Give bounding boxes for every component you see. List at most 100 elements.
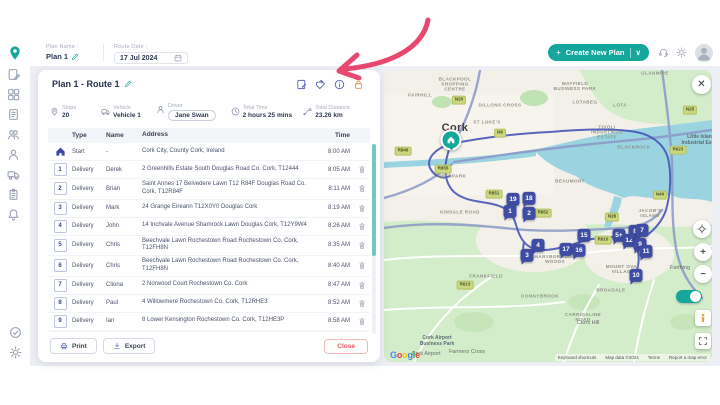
sidebar-item-route-edit[interactable]	[7, 68, 20, 81]
col-type: Type	[72, 132, 106, 139]
route-stats: Stops20VehicleVehicle 1DriverJane SwanTo…	[50, 98, 372, 126]
support-icon[interactable]	[658, 47, 669, 58]
trash-icon[interactable]	[358, 165, 366, 174]
trash-icon[interactable]	[358, 241, 366, 250]
sidebar-item-reports[interactable]	[7, 108, 20, 121]
cell-address: 2 Norwood Court Rochestown Co. Cork	[142, 281, 318, 289]
cell-type: Delivery	[72, 167, 106, 173]
sidebar	[0, 40, 30, 366]
note-icon[interactable]	[296, 79, 307, 90]
cell-address: Beechvale Lawn Rochestown Road Rochestow…	[142, 258, 318, 274]
edit-route-icon[interactable]	[124, 80, 132, 88]
zoom-out-button[interactable]: −	[694, 265, 712, 283]
cell-time: 8:19 AM	[318, 205, 350, 211]
sidebar-item-team[interactable]	[7, 128, 20, 141]
table-row[interactable]: 2DeliveryBrianSaint Annes 17 Belvedere L…	[48, 179, 370, 200]
table-row[interactable]: 8DeliveryPaul4 Willowmere Rochestown Co.…	[48, 295, 370, 313]
fullscreen-icon	[698, 336, 708, 346]
route-date-field[interactable]: 17 Jul 2024	[114, 52, 188, 64]
road-badge: R855	[435, 165, 452, 174]
trash-icon[interactable]	[358, 281, 366, 290]
stop-marker-4[interactable]: 4	[532, 239, 545, 252]
sidebar-item-customers[interactable]	[7, 148, 20, 161]
gear-icon[interactable]	[676, 47, 687, 58]
sidebar-item-activity[interactable]	[9, 326, 22, 339]
sidebar-item-dashboard[interactable]	[7, 88, 20, 101]
trash-icon[interactable]	[358, 222, 366, 231]
create-new-plan-button[interactable]: + Create New Plan ∨	[548, 44, 649, 61]
stat-label: Total Time	[243, 105, 293, 111]
trash-icon[interactable]	[358, 261, 366, 270]
stop-marker-1[interactable]: 1	[504, 205, 517, 218]
start-marker[interactable]	[441, 129, 462, 150]
stat-value: Vehicle 1	[113, 112, 141, 119]
stop-number-badge: 3	[54, 202, 67, 215]
zoom-in-button[interactable]: +	[694, 243, 712, 261]
stop-marker-15[interactable]: 15	[578, 229, 591, 242]
stop-marker-18[interactable]: 18	[523, 192, 536, 205]
stop-marker-2[interactable]: 2	[523, 207, 536, 220]
tag-icon[interactable]	[315, 79, 326, 90]
export-button[interactable]: Export	[103, 338, 156, 354]
locate-button[interactable]	[693, 220, 711, 238]
stop-number-badge: 4	[54, 220, 67, 233]
trash-icon[interactable]	[358, 299, 366, 308]
trash-icon[interactable]	[358, 184, 366, 193]
road-badge: R610	[595, 236, 612, 245]
chevron-down-icon[interactable]: ∨	[636, 48, 642, 57]
sidebar-item-vehicles[interactable]	[7, 168, 20, 181]
cell-address: 2 Greenhills Estate South Douglas Road C…	[142, 166, 318, 174]
table-row[interactable]: 6DeliveryChrisBeechvale Lawn Rochestown …	[48, 256, 370, 277]
route-date-value: 17 Jul 2024	[120, 55, 157, 62]
trash-icon[interactable]	[358, 317, 366, 326]
attribution-item[interactable]: Keyboard shortcuts	[558, 355, 597, 360]
sidebar-item-notifications[interactable]	[7, 208, 20, 221]
street-view-pegman[interactable]	[695, 310, 711, 326]
print-button[interactable]: Print	[50, 338, 97, 354]
table-row[interactable]: 3DeliveryMark24 Grange Eireann T12X0Y0 D…	[48, 200, 370, 218]
stop-marker-3[interactable]: 3	[521, 249, 534, 262]
cell-name: Derek	[106, 167, 142, 173]
stat-value[interactable]: Jane Swan	[168, 110, 216, 121]
stop-marker-11[interactable]: 11	[640, 245, 653, 258]
attribution-item[interactable]: Report a map error	[669, 355, 707, 360]
table-row[interactable]: Start-Cork City, County Cork, Ireland8:0…	[48, 143, 370, 161]
trash-icon[interactable]	[358, 204, 366, 213]
table-row[interactable]: 4DeliveryJohn14 Inchvale Avenue Shamrock…	[48, 218, 370, 236]
info-icon[interactable]	[334, 79, 345, 90]
map-panel[interactable]: CorkBLACKPOOL SHOPPING CENTREFAIRHILLDIL…	[384, 70, 712, 362]
fullscreen-button[interactable]	[695, 333, 711, 349]
stop-number-badge: 9	[54, 315, 67, 328]
table-row[interactable]: 9DeliveryIan8 Lower Kensington Rochestow…	[48, 313, 370, 331]
button-divider	[630, 48, 631, 58]
cell-time: 8:47 AM	[318, 282, 350, 288]
cell-address: Beechvale Lawn Rochestown Road Rochestow…	[142, 238, 318, 254]
table-row[interactable]: 7DeliveryCliona2 Norwood Court Rochestow…	[48, 277, 370, 295]
attribution-item[interactable]: Terms	[648, 355, 660, 360]
edit-plan-name-icon[interactable]	[71, 53, 79, 61]
stat-vehicle: VehicleVehicle 1	[101, 105, 156, 119]
avatar[interactable]	[695, 44, 713, 62]
sidebar-item-orders[interactable]	[7, 188, 20, 201]
close-button[interactable]: Close	[324, 339, 368, 354]
attribution-item: Map data ©2024	[605, 355, 638, 360]
stop-marker-7[interactable]: 7	[636, 224, 649, 237]
stop-marker-16[interactable]: 16	[573, 244, 586, 257]
table-row[interactable]: 1DeliveryDerek2 Greenhills Estate South …	[48, 161, 370, 179]
table-row[interactable]: 5DeliveryChrisBeechvale Lawn Rochestown …	[48, 236, 370, 257]
start-home-icon	[55, 146, 66, 157]
cell-type: Delivery	[72, 282, 106, 288]
map-close-button[interactable]: ✕	[692, 75, 711, 94]
sidebar-item-settings[interactable]	[9, 346, 22, 359]
sidebar-item-logo-pin[interactable]	[7, 45, 23, 61]
stop-marker-17[interactable]: 17	[560, 243, 573, 256]
cell-address: 8 Lower Kensington Rochestown Co. Cork, …	[142, 317, 318, 325]
person-icon	[156, 105, 165, 114]
stop-marker-10[interactable]: 10	[630, 269, 643, 282]
stat-value: 23.26 km	[315, 112, 350, 119]
lock-icon[interactable]	[353, 79, 364, 90]
cell-type: Delivery	[72, 186, 106, 192]
table-scrollbar[interactable]	[372, 144, 376, 334]
map-toggle[interactable]	[676, 290, 702, 303]
scrollbar-thumb[interactable]	[372, 144, 376, 256]
